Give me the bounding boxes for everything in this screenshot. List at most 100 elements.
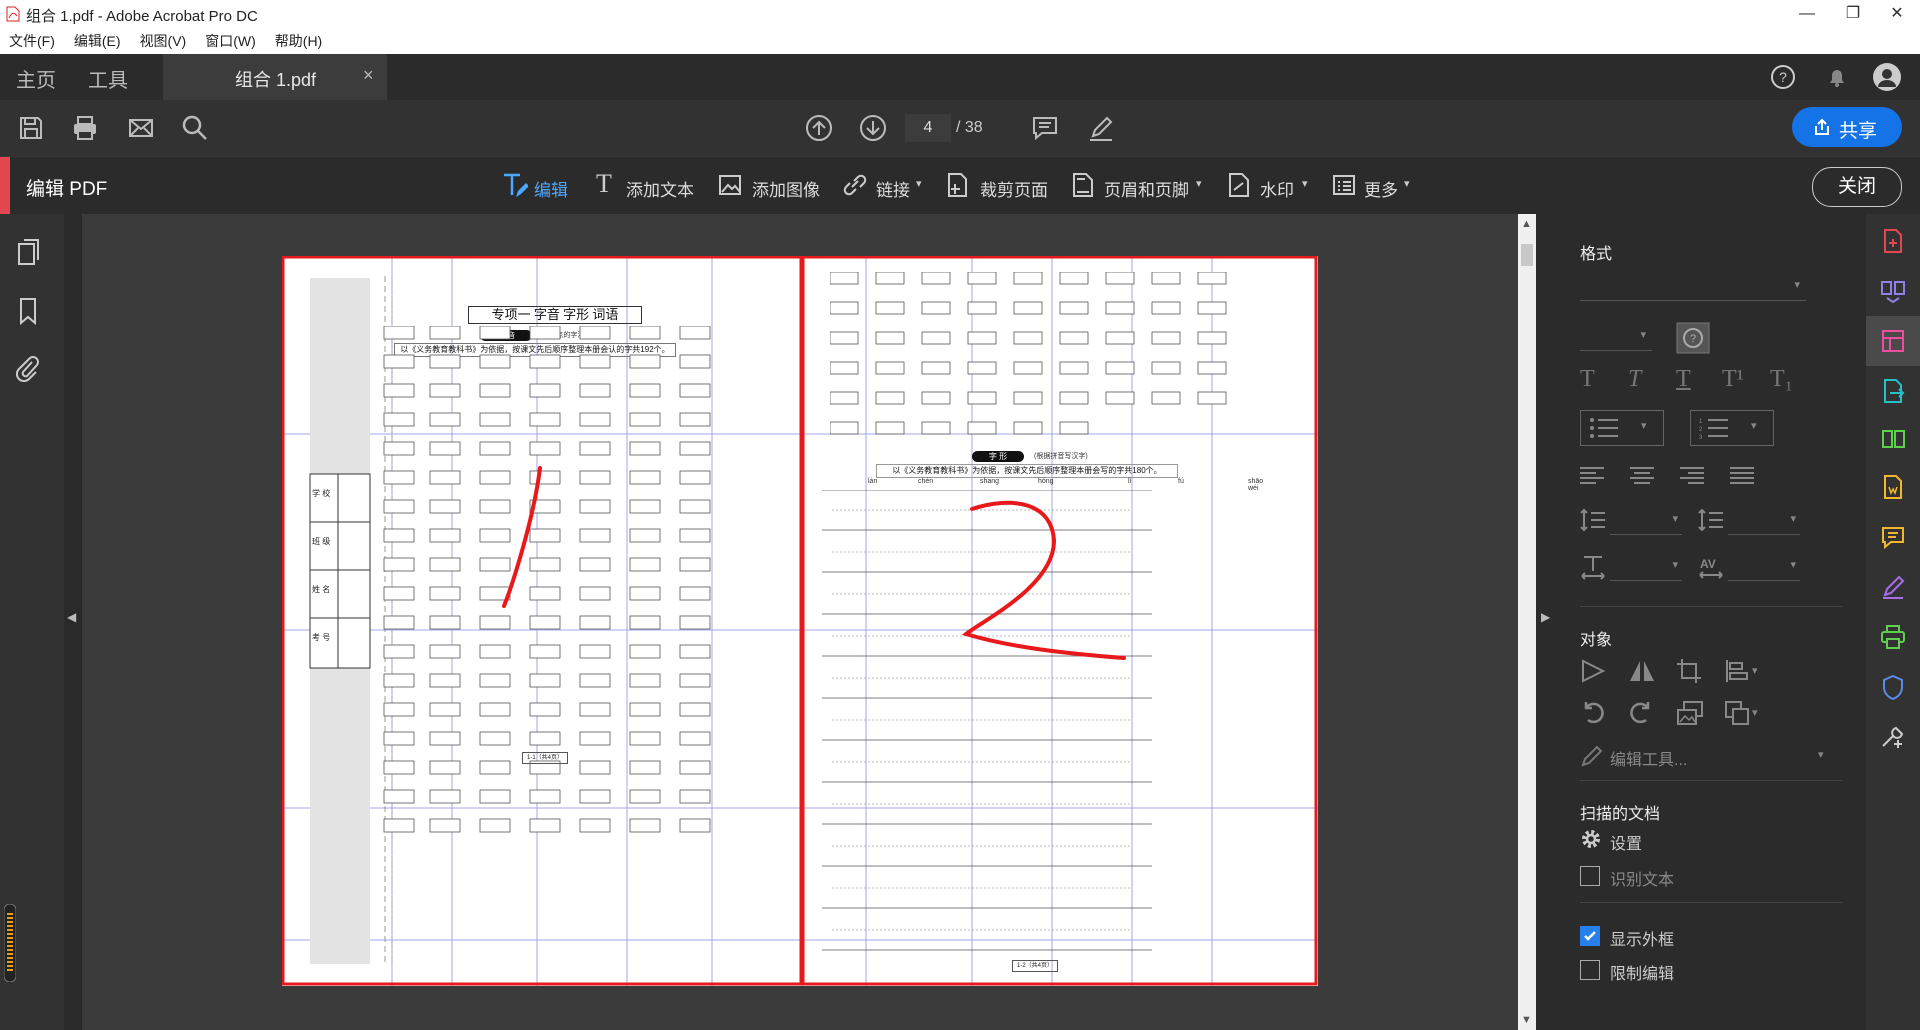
menu-window[interactable]: 窗口(W) [205, 28, 256, 54]
arrange-objects-icon[interactable] [1724, 700, 1750, 726]
tool-add-text[interactable]: 添加文本 [626, 176, 694, 201]
document-vertical-scrollbar[interactable]: ▲ ▼ [1518, 214, 1536, 1030]
character-spacing-select[interactable]: ▾ [1728, 554, 1800, 581]
maximize-button[interactable]: ❐ [1830, 0, 1876, 28]
menu-file[interactable]: 文件(F) [9, 28, 55, 54]
tool-crop-pages[interactable]: 裁剪页面 [980, 176, 1048, 201]
menu-view[interactable]: 视图(V) [140, 28, 187, 54]
rotate-right-icon[interactable] [1628, 700, 1654, 726]
export-pdf-icon[interactable] [1880, 378, 1906, 404]
rotate-left-icon[interactable] [1580, 700, 1606, 726]
character-spacing-icon[interactable]: AV [1698, 554, 1724, 580]
collapse-right-panel-icon[interactable]: ▶ [1541, 610, 1550, 624]
help-icon[interactable]: ? [1770, 64, 1796, 90]
share-button[interactable]: 共享 [1792, 107, 1902, 147]
previous-page-icon[interactable] [804, 113, 834, 143]
font-color-swatch-icon[interactable]: ? [1676, 322, 1710, 354]
scrollbar-thumb[interactable] [1521, 244, 1533, 266]
bookmarks-icon[interactable] [16, 296, 40, 326]
page-thumbnails-icon[interactable] [16, 238, 42, 268]
edit-tool-label[interactable]: 编辑工具... [1610, 746, 1687, 770]
align-right-icon[interactable] [1680, 466, 1704, 484]
expand-left-panel-icon[interactable]: ◀ [67, 610, 76, 624]
email-icon[interactable] [126, 113, 156, 143]
more-chevron-icon[interactable]: ▾ [1404, 177, 1410, 190]
fill-sign-icon[interactable] [1880, 574, 1906, 600]
align-center-icon[interactable] [1630, 466, 1654, 484]
horizontal-scaling-select[interactable]: ▾ [1610, 554, 1682, 581]
next-page-icon[interactable] [858, 113, 888, 143]
align-objects-chevron-icon[interactable]: ▾ [1752, 664, 1758, 677]
arrange-objects-chevron-icon[interactable]: ▾ [1752, 706, 1758, 719]
save-icon[interactable] [16, 113, 46, 143]
scroll-down-icon[interactable]: ▼ [1521, 1014, 1532, 1026]
resize-grip-handle[interactable] [4, 904, 16, 982]
link-dropdown-chevron-icon[interactable]: ▾ [916, 177, 922, 190]
restrict-editing-checkbox[interactable] [1580, 960, 1600, 980]
settings-label[interactable]: 设置 [1610, 830, 1642, 854]
tab-tools[interactable]: 工具 [88, 64, 128, 93]
font-size-select[interactable]: ▾ [1580, 324, 1652, 351]
create-pdf-icon[interactable] [1880, 228, 1906, 254]
scroll-up-icon[interactable]: ▲ [1521, 218, 1532, 230]
tool-add-image[interactable]: 添加图像 [752, 176, 820, 201]
edit-tool-chevron-icon[interactable]: ▾ [1818, 748, 1824, 761]
restrict-editing-label[interactable]: 限制编辑 [1610, 960, 1674, 984]
replace-image-icon[interactable] [1676, 700, 1704, 726]
organize-pages-icon[interactable] [1880, 426, 1906, 452]
sign-pen-icon[interactable] [1086, 113, 1116, 143]
font-family-select[interactable]: ▾ [1580, 274, 1806, 301]
comment-icon[interactable] [1030, 113, 1060, 143]
recognize-text-label[interactable]: 识别文本 [1610, 866, 1674, 890]
text-italic-icon[interactable]: T [1628, 366, 1641, 393]
text-underline-icon[interactable]: T [1676, 366, 1691, 393]
combine-files-icon[interactable] [1880, 278, 1906, 304]
watermark-chevron-icon[interactable]: ▾ [1302, 177, 1308, 190]
pdf-page[interactable]: 学 校 班 级 姓 名 考 号 专项一 字音 字形 词语 字 音 (给加点的字注… [282, 256, 1318, 986]
minimize-button[interactable]: — [1784, 0, 1830, 28]
paragraph-spacing-icon[interactable] [1698, 508, 1724, 532]
tool-link[interactable]: 链接 [876, 176, 910, 201]
tool-watermark[interactable]: 水印 [1260, 176, 1294, 201]
align-left-icon[interactable] [1580, 466, 1604, 484]
export-to-word-icon[interactable] [1880, 474, 1906, 500]
protect-shield-icon[interactable] [1880, 674, 1906, 700]
page-number-input[interactable]: 4 [905, 114, 951, 142]
tool-edit[interactable]: 编辑 [534, 176, 568, 201]
tool-more[interactable]: 更多 [1364, 176, 1398, 201]
paragraph-spacing-select[interactable]: ▾ [1728, 508, 1800, 535]
search-icon[interactable] [180, 113, 210, 143]
menu-edit[interactable]: 编辑(E) [74, 28, 121, 54]
close-window-button[interactable]: ✕ [1874, 0, 1920, 28]
show-bounding-box-checkbox[interactable] [1580, 926, 1600, 946]
flip-vertical-icon[interactable] [1580, 658, 1606, 684]
tool-header-footer[interactable]: 页眉和页脚 [1104, 176, 1189, 201]
align-justify-icon[interactable] [1730, 466, 1754, 484]
header-footer-chevron-icon[interactable]: ▾ [1196, 177, 1202, 190]
line-spacing-select[interactable]: ▾ [1610, 508, 1682, 535]
align-objects-icon[interactable] [1724, 658, 1750, 684]
comment-tool-icon[interactable] [1880, 524, 1906, 550]
edit-pdf-tool-active[interactable] [1866, 316, 1920, 366]
text-superscript-icon[interactable]: T¹ [1722, 366, 1744, 393]
tab-home[interactable]: 主页 [16, 64, 56, 93]
horizontal-scaling-icon[interactable] [1580, 554, 1606, 580]
print-production-icon[interactable] [1880, 624, 1906, 650]
line-spacing-icon[interactable] [1580, 508, 1606, 532]
bullet-list-dropdown[interactable]: ▾ [1580, 410, 1664, 446]
bell-icon[interactable] [1824, 64, 1850, 90]
crop-icon[interactable] [1676, 658, 1702, 684]
text-subscript-icon[interactable]: T₁ [1770, 366, 1793, 393]
numbered-list-dropdown[interactable]: 1 2 3 ▾ [1690, 410, 1774, 446]
text-bold-icon[interactable]: T [1580, 366, 1595, 393]
recognize-text-checkbox[interactable] [1580, 866, 1600, 886]
close-edit-button[interactable]: 关闭 [1812, 167, 1902, 207]
attachments-paperclip-icon[interactable] [14, 354, 40, 382]
tab-document[interactable]: 组合 1.pdf × [163, 54, 387, 100]
user-avatar-icon[interactable] [1872, 62, 1902, 92]
more-tools-wrench-icon[interactable] [1880, 724, 1906, 750]
show-bounding-box-label[interactable]: 显示外框 [1610, 926, 1674, 950]
close-tab-button[interactable]: × [363, 65, 374, 86]
menu-help[interactable]: 帮助(H) [275, 28, 322, 54]
print-icon[interactable] [70, 113, 100, 143]
